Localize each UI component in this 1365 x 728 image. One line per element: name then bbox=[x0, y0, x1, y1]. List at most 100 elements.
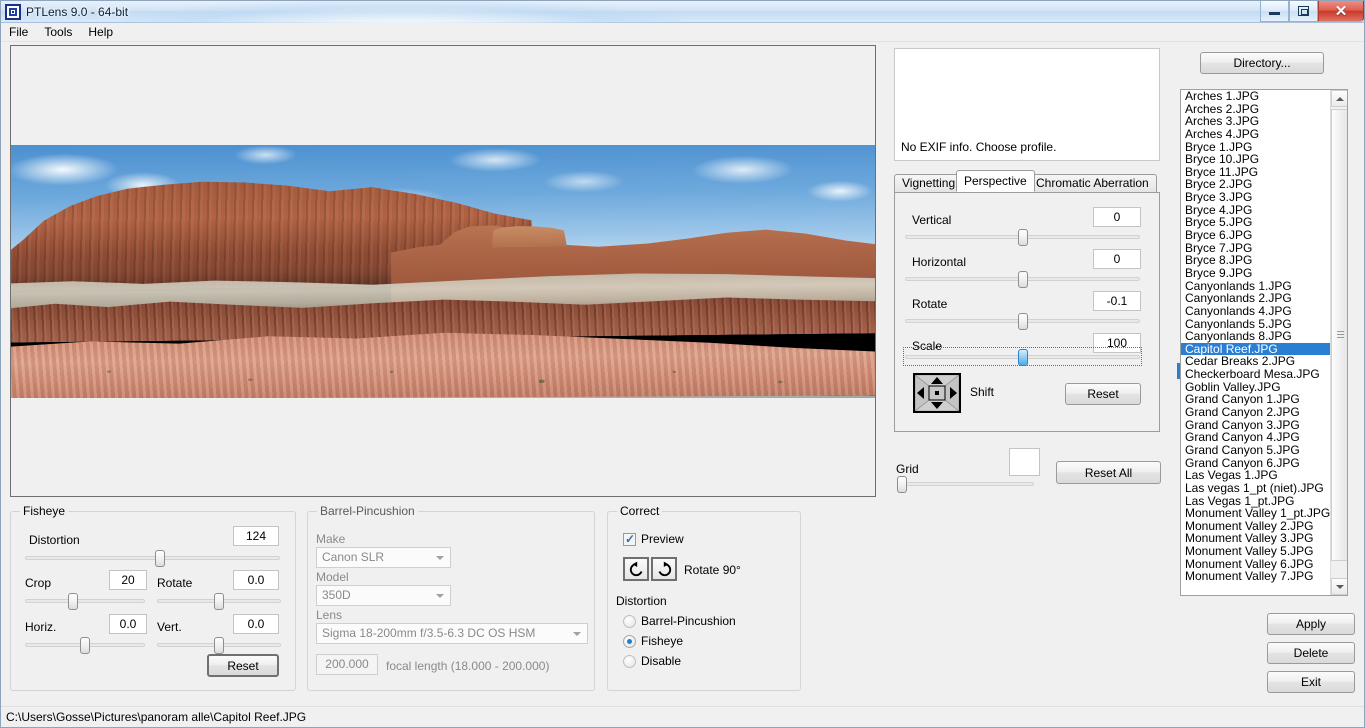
fisheye-rotate-value[interactable]: 0.0 bbox=[233, 570, 279, 590]
radio-barrel-pincushion[interactable] bbox=[623, 615, 636, 628]
fisheye-crop-value[interactable]: 20 bbox=[109, 570, 147, 590]
panorama-content bbox=[11, 145, 875, 398]
preview-checkbox[interactable]: ✓ bbox=[623, 533, 636, 546]
perspective-reset-button[interactable]: Reset bbox=[1065, 383, 1141, 405]
close-button[interactable]: ✕ bbox=[1318, 1, 1364, 22]
fisheye-distortion-thumb[interactable] bbox=[155, 550, 166, 567]
fisheye-vert-value[interactable]: 0.0 bbox=[233, 614, 279, 634]
menu-file[interactable]: File bbox=[1, 23, 36, 41]
fisheye-reset-button[interactable]: Reset bbox=[207, 654, 279, 677]
rotate-clockwise-icon bbox=[658, 561, 671, 576]
file-list-scrollbar[interactable] bbox=[1330, 90, 1347, 595]
grid-slider-thumb[interactable] bbox=[897, 476, 907, 493]
fisheye-vert-label: Vert. bbox=[157, 620, 182, 634]
file-list-item[interactable]: Canyonlands 2.JPG bbox=[1181, 292, 1331, 305]
file-list-item[interactable]: Monument Valley 1_pt.JPG bbox=[1181, 507, 1331, 520]
radio-fisheye[interactable] bbox=[623, 635, 636, 648]
file-list-item[interactable]: Bryce 10.JPG bbox=[1181, 153, 1331, 166]
file-list-item[interactable]: Monument Valley 7.JPG bbox=[1181, 570, 1331, 583]
fisheye-horiz-slider[interactable] bbox=[25, 636, 145, 654]
file-list[interactable]: Arches 1.JPG Arches 2.JPG Arches 3.JPG Arch… bbox=[1180, 89, 1348, 596]
rotate-slider[interactable] bbox=[905, 312, 1140, 330]
fisheye-crop-track bbox=[25, 599, 145, 603]
radio-disable[interactable] bbox=[623, 655, 636, 668]
directory-button[interactable]: Directory... bbox=[1200, 52, 1324, 74]
menu-help[interactable]: Help bbox=[80, 23, 121, 41]
file-list-item[interactable]: Arches 4.JPG bbox=[1181, 128, 1331, 141]
horizontal-value[interactable]: 0 bbox=[1093, 249, 1141, 269]
file-list-item[interactable]: Canyonlands 8.JPG bbox=[1181, 330, 1331, 343]
shift-pad-icon[interactable] bbox=[913, 373, 961, 413]
scale-slider[interactable] bbox=[905, 348, 1140, 366]
fisheye-vert-thumb[interactable] bbox=[214, 637, 224, 654]
file-list-items: Arches 1.JPG Arches 2.JPG Arches 3.JPG Arch… bbox=[1181, 90, 1331, 583]
file-list-item[interactable]: Grand Canyon 5.JPG bbox=[1181, 444, 1331, 457]
fisheye-rotate-slider[interactable] bbox=[157, 592, 281, 610]
vertical-slider-thumb[interactable] bbox=[1017, 229, 1028, 246]
fisheye-vert-slider[interactable] bbox=[157, 636, 281, 654]
make-combobox[interactable]: Canon SLR bbox=[316, 547, 451, 568]
chevron-down-icon bbox=[436, 594, 444, 598]
grid-slider-track bbox=[899, 482, 1034, 486]
correction-tabs: Vignetting Chromatic Aberration Perspect… bbox=[894, 170, 1160, 192]
fisheye-distortion-value[interactable]: 124 bbox=[233, 526, 279, 546]
exit-button[interactable]: Exit bbox=[1267, 671, 1355, 693]
maximize-button[interactable] bbox=[1289, 1, 1318, 22]
delete-button[interactable]: Delete bbox=[1267, 642, 1355, 664]
tab-perspective[interactable]: Perspective bbox=[956, 170, 1035, 192]
chevron-down-icon bbox=[436, 556, 444, 560]
horizontal-slider[interactable] bbox=[905, 270, 1140, 288]
preview-label: Preview bbox=[641, 532, 684, 546]
rotate-value[interactable]: -0.1 bbox=[1093, 291, 1141, 311]
minimize-button[interactable] bbox=[1260, 1, 1289, 22]
fisheye-horiz-value[interactable]: 0.0 bbox=[109, 614, 147, 634]
grid-value[interactable] bbox=[1009, 448, 1040, 476]
apply-button[interactable]: Apply bbox=[1267, 613, 1355, 635]
vertical-slider[interactable] bbox=[905, 228, 1140, 246]
lens-combobox[interactable]: Sigma 18-200mm f/3.5-6.3 DC OS HSM bbox=[316, 623, 588, 644]
fisheye-rotate-thumb[interactable] bbox=[214, 593, 224, 610]
scale-slider-thumb[interactable] bbox=[1017, 349, 1028, 366]
file-list-item[interactable]: Las vegas 1_pt (niet).JPG bbox=[1181, 482, 1331, 495]
scrollbar-thumb[interactable] bbox=[1331, 109, 1347, 561]
file-list-item[interactable]: Bryce 3.JPG bbox=[1181, 191, 1331, 204]
status-bar: C:\Users\Gosse\Pictures\panoram alle\Cap… bbox=[1, 706, 1364, 727]
fisheye-horiz-thumb[interactable] bbox=[80, 637, 90, 654]
grid-slider[interactable] bbox=[897, 475, 1034, 493]
model-combobox[interactable]: 350D bbox=[316, 585, 451, 606]
reset-all-button[interactable]: Reset All bbox=[1056, 461, 1161, 484]
fisheye-crop-slider[interactable] bbox=[25, 592, 145, 610]
chevron-down-icon bbox=[1335, 584, 1344, 589]
file-list-item[interactable]: Arches 1.JPG bbox=[1181, 90, 1331, 103]
fisheye-crop-label: Crop bbox=[25, 576, 52, 590]
make-value: Canon SLR bbox=[322, 550, 385, 564]
file-list-item[interactable]: Las Vegas 1.JPG bbox=[1181, 469, 1331, 482]
file-list-item[interactable]: Checkerboard Mesa.JPG bbox=[1181, 368, 1331, 381]
scrollbar-grip-icon bbox=[1337, 331, 1344, 339]
fisheye-group: Fisheye Distortion 124 Crop 20 Rotate 0.… bbox=[10, 504, 296, 691]
fisheye-crop-thumb[interactable] bbox=[68, 593, 78, 610]
file-list-item[interactable]: Bryce 9.JPG bbox=[1181, 267, 1331, 280]
file-list-item[interactable]: Monument Valley 5.JPG bbox=[1181, 545, 1331, 558]
scroll-down-button[interactable] bbox=[1331, 578, 1347, 595]
focal-length-field[interactable]: 200.000 bbox=[316, 654, 378, 675]
tab-vignetting[interactable]: Vignetting bbox=[894, 174, 964, 192]
rotate-slider-thumb[interactable] bbox=[1017, 313, 1028, 330]
horizontal-slider-thumb[interactable] bbox=[1017, 271, 1028, 288]
rotate-counterclockwise-button[interactable] bbox=[623, 557, 649, 581]
rotate-clockwise-button[interactable] bbox=[651, 557, 677, 581]
scroll-up-button[interactable] bbox=[1331, 90, 1347, 107]
tab-chromatic-aberration[interactable]: Chromatic Aberration bbox=[1028, 174, 1157, 192]
fisheye-horiz-label: Horiz. bbox=[25, 620, 57, 634]
image-preview-canvas[interactable] bbox=[10, 45, 876, 497]
model-value: 350D bbox=[322, 588, 351, 602]
close-icon: ✕ bbox=[1334, 2, 1348, 20]
grid-label: Grid bbox=[896, 462, 919, 476]
menu-tools[interactable]: Tools bbox=[36, 23, 80, 41]
vertical-value[interactable]: 0 bbox=[1093, 207, 1141, 227]
file-list-item[interactable]: Grand Canyon 2.JPG bbox=[1181, 406, 1331, 419]
minimize-icon bbox=[1269, 12, 1280, 15]
file-list-item[interactable]: Bryce 6.JPG bbox=[1181, 229, 1331, 242]
file-list-item[interactable]: Canyonlands 4.JPG bbox=[1181, 305, 1331, 318]
fisheye-distortion-slider[interactable] bbox=[25, 549, 280, 567]
